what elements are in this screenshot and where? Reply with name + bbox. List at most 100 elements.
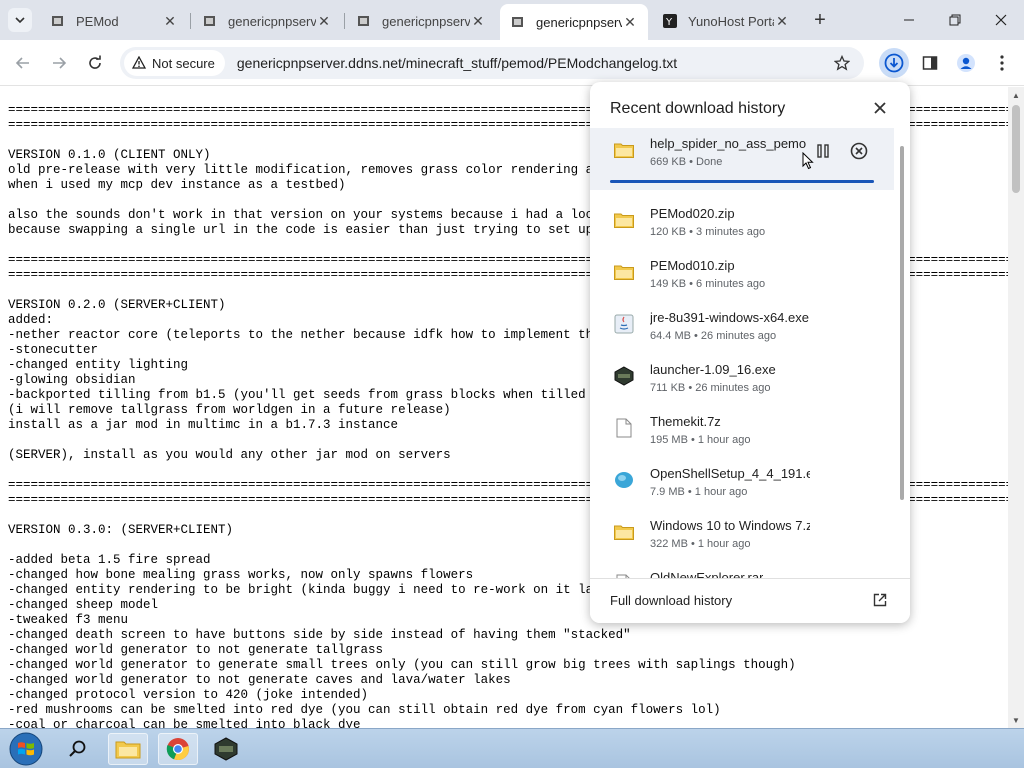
download-item[interactable]: OldNewExplorer.rar: [590, 562, 894, 578]
popup-scrollbar[interactable]: [900, 146, 904, 500]
download-filename: OldNewExplorer.rar: [650, 570, 764, 578]
start-button[interactable]: [6, 731, 46, 767]
folder-icon: [115, 741, 141, 759]
document-line: because swapping a single url in the cod…: [8, 223, 616, 237]
reload-button[interactable]: [80, 48, 110, 78]
cancel-download-button[interactable]: [848, 140, 870, 162]
back-button[interactable]: [8, 48, 38, 78]
taskbar: [0, 728, 1024, 768]
document-line: -backported tilling from b1.5 (you'll ge…: [8, 388, 624, 402]
menu-button[interactable]: [987, 48, 1017, 78]
document-line: (SERVER), install as you would any other…: [8, 448, 451, 462]
tab-genericpnp-1[interactable]: genericpnpserv ✕: [192, 6, 342, 36]
close-window-button[interactable]: [978, 0, 1024, 40]
download-filename: launcher-1.09_16.exe: [650, 362, 776, 377]
document-line: when i used my mcp dev instance as a tes…: [8, 178, 346, 192]
open-external-icon: [873, 593, 887, 607]
download-meta: 7.9 MB • 1 hour ago: [650, 486, 748, 498]
scroll-up-arrow-icon[interactable]: ▲: [1008, 87, 1024, 103]
security-label: Not secure: [152, 55, 215, 71]
new-tab-button[interactable]: +: [808, 8, 832, 32]
taskbar-search-button[interactable]: [58, 733, 98, 765]
tab-genericpnp-2[interactable]: genericpnpserv ✕: [346, 6, 496, 36]
document-line: -glowing obsidian: [8, 373, 136, 387]
download-item[interactable]: PEMod020.zip 120 KB • 3 minutes ago: [590, 198, 894, 250]
forward-button[interactable]: [44, 48, 74, 78]
star-icon: [834, 55, 850, 71]
pause-button[interactable]: [812, 140, 834, 162]
progress-fill: [610, 180, 874, 183]
document-line: -changed entity rendering to be bright (…: [8, 583, 616, 597]
java-icon: [614, 314, 634, 334]
close-icon: [995, 14, 1007, 26]
page-icon: [510, 14, 526, 30]
download-meta: 64.4 MB • 26 minutes ago: [650, 330, 777, 342]
reload-icon: [89, 55, 101, 69]
document-line: VERSION 0.2.0 (SERVER+CLIENT): [8, 298, 226, 312]
minimize-button[interactable]: [886, 0, 932, 40]
document-line: (i will remove tallgrass from worldgen i…: [8, 403, 451, 417]
restore-button[interactable]: [932, 0, 978, 40]
tab-yunohost[interactable]: Y YunoHost Porta ✕: [652, 6, 800, 36]
download-item[interactable]: launcher-1.09_16.exe 711 KB • 26 minutes …: [590, 354, 894, 406]
popup-title: Recent download history: [610, 100, 786, 117]
tab-search-button[interactable]: [8, 8, 32, 32]
download-item[interactable]: help_spider_no_ass_pemo 669 KB • Done: [590, 128, 894, 190]
file-icon: [614, 418, 634, 438]
download-filename: PEMod020.zip: [650, 206, 735, 221]
download-icon: [884, 53, 904, 73]
download-meta: 149 KB • 6 minutes ago: [650, 278, 766, 290]
taskbar-chrome[interactable]: [158, 733, 198, 765]
document-line: VERSION 0.1.0 (CLIENT ONLY): [8, 148, 211, 162]
minimize-icon: [904, 19, 914, 21]
close-icon[interactable]: ✕: [316, 13, 332, 29]
download-filename: Windows 10 to Windows 7.zip: [650, 518, 810, 533]
downloads-button[interactable]: [879, 48, 909, 78]
page-scrollbar[interactable]: ▲ ▼: [1008, 87, 1024, 728]
tab-title: genericpnpserv: [382, 13, 470, 29]
download-item[interactable]: jre-8u391-windows-x64.exe 64.4 MB • 26 mi…: [590, 302, 894, 354]
taskbar-explorer[interactable]: [108, 733, 148, 765]
taskbar-launcher[interactable]: [206, 733, 246, 765]
scroll-thumb[interactable]: [1012, 105, 1020, 193]
launcher-icon: [614, 366, 634, 386]
download-item[interactable]: PEMod010.zip 149 KB • 6 minutes ago: [590, 250, 894, 302]
yunohost-icon: Y: [662, 13, 678, 29]
document-line: -changed protocol version to 420 (joke i…: [8, 688, 369, 702]
document-line: -changed sheep model: [8, 598, 159, 612]
document-line: -added beta 1.5 fire spread: [8, 553, 211, 567]
bookmark-button[interactable]: [830, 51, 854, 75]
document-line: -changed world generator to not generate…: [8, 643, 384, 657]
tab-pemod[interactable]: PEMod ✕: [40, 6, 188, 36]
tab-genericpnp-active[interactable]: genericpnpserv ✕: [500, 4, 648, 40]
close-icon[interactable]: ✕: [622, 14, 638, 30]
tab-divider: [190, 13, 191, 29]
windows-orb-icon: [9, 732, 43, 766]
profile-button[interactable]: [951, 48, 981, 78]
document-line: -changed world generator to generate sma…: [8, 658, 796, 672]
url-text[interactable]: genericpnpserver.ddns.net/minecraft_stuf…: [237, 55, 677, 71]
full-download-history-link[interactable]: Full download history: [610, 593, 732, 608]
tab-title: genericpnpserv: [228, 13, 316, 29]
download-meta: 669 KB • Done: [650, 156, 723, 168]
tab-title: YunoHost Porta: [688, 13, 774, 29]
folder-icon: [614, 140, 634, 160]
address-bar[interactable]: Not secure genericpnpserver.ddns.net/min…: [120, 47, 864, 79]
security-chip[interactable]: Not secure: [124, 50, 225, 76]
document-line: -changed how bone mealing grass works, n…: [8, 568, 474, 582]
download-item[interactable]: OpenShellSetup_4_4_191.exe 7.9 MB • 1 hou…: [590, 458, 894, 510]
download-item[interactable]: Windows 10 to Windows 7.zip 322 MB • 1 ho…: [590, 510, 894, 562]
download-filename: help_spider_no_ass_pemo: [650, 136, 807, 151]
download-item[interactable]: Themekit.7z 195 MB • 1 hour ago: [590, 406, 894, 458]
close-icon[interactable]: ✕: [774, 13, 790, 29]
close-icon[interactable]: ✕: [162, 13, 178, 29]
close-icon[interactable]: ✕: [470, 13, 486, 29]
open-in-new-tab-button[interactable]: [870, 590, 890, 610]
mouse-cursor-icon: [802, 152, 814, 170]
document-line: added:: [8, 313, 54, 327]
download-meta: 120 KB • 3 minutes ago: [650, 226, 766, 238]
side-panel-button[interactable]: [915, 48, 945, 78]
close-popup-button[interactable]: [868, 96, 892, 120]
scroll-down-arrow-icon[interactable]: ▼: [1008, 712, 1024, 728]
forward-arrow-icon: [53, 57, 67, 69]
